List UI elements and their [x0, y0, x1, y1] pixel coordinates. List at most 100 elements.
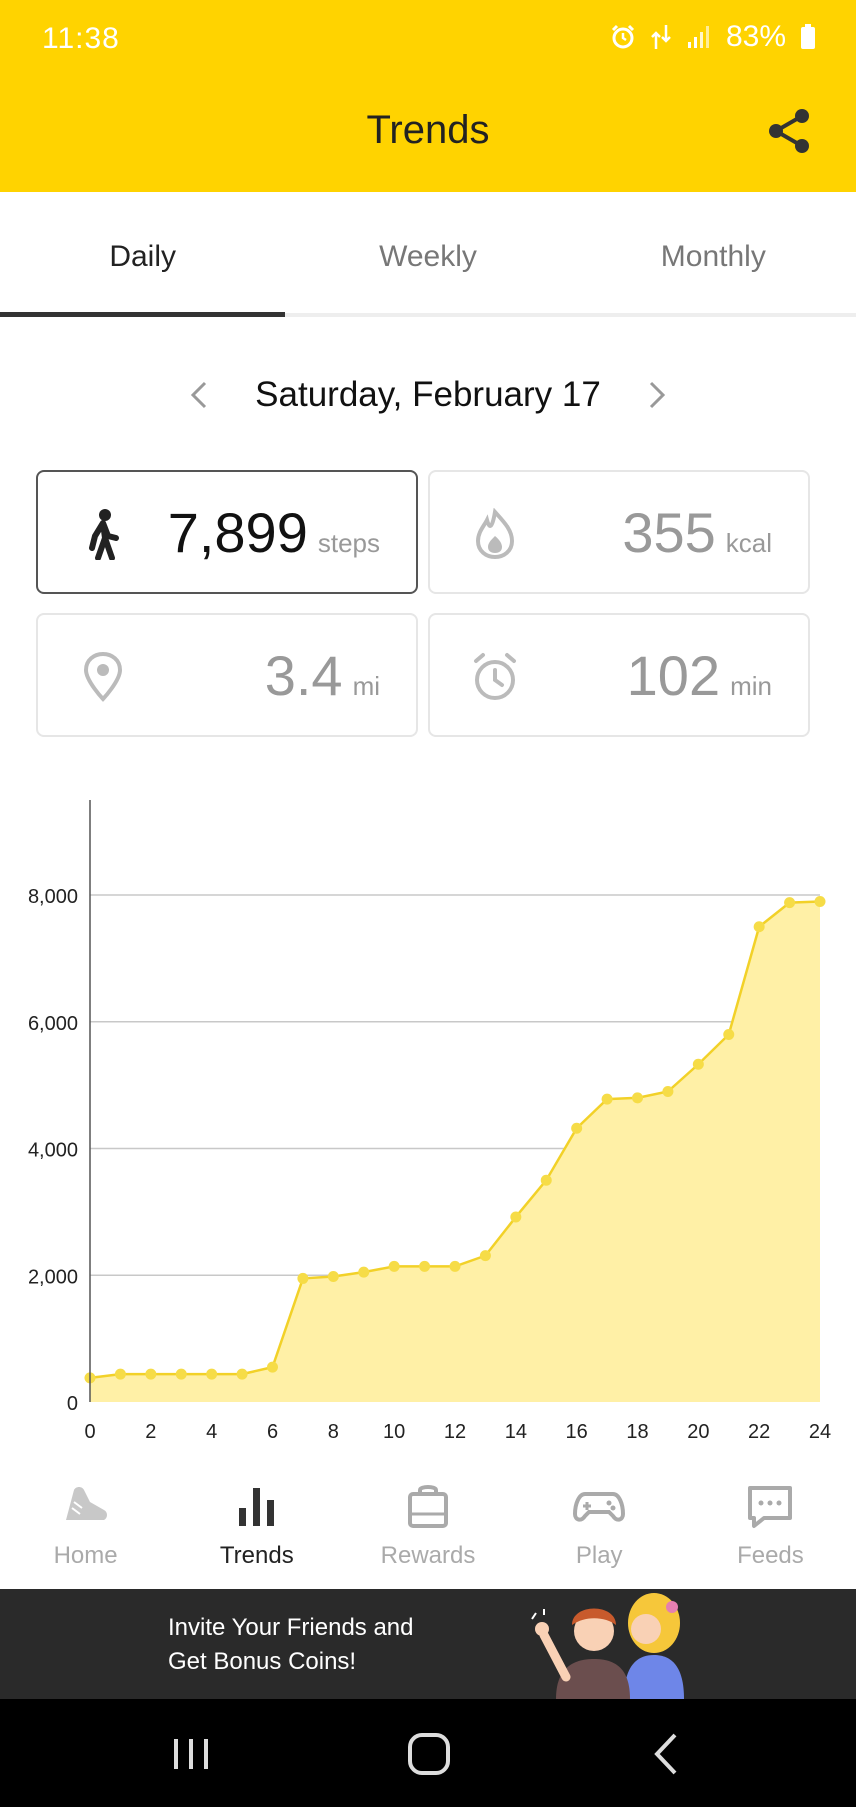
data-point [510, 1211, 522, 1223]
steps-card[interactable]: 7,899 steps [36, 470, 418, 594]
calories-value: 355 [622, 501, 716, 564]
friends-illustration [531, 1593, 684, 1699]
data-point [175, 1368, 187, 1380]
y-tick-labels: 0 2,000 4,000 6,000 8,000 [28, 886, 78, 1415]
steps-value: 7,899 [167, 501, 308, 564]
invite-banner-line2: Get Bonus Coins! [168, 1648, 357, 1675]
x-tick-label: 10 [383, 1421, 405, 1443]
data-point [206, 1368, 218, 1380]
nav-trends-label: Trends [219, 1542, 294, 1569]
y-tick-label: 8,000 [28, 886, 78, 908]
x-tick-label: 12 [444, 1421, 466, 1443]
active-time-value: 102 [626, 644, 721, 707]
active-time-card[interactable]: 102 min [428, 613, 810, 737]
nav-feeds-label: Feeds [737, 1542, 804, 1569]
nav-trends[interactable]: Trends [171, 1468, 342, 1588]
data-transfer-icon [651, 25, 671, 49]
data-point [114, 1368, 126, 1380]
x-tick-label: 18 [626, 1421, 648, 1443]
x-tick-label: 16 [566, 1421, 588, 1443]
status-icons: 83% [610, 20, 816, 54]
nav-play[interactable]: Play [514, 1468, 685, 1588]
tab-daily[interactable]: Daily [0, 192, 286, 317]
battery-percent: 83% [725, 20, 786, 53]
distance-value: 3.4 [264, 644, 343, 707]
x-tick-label: 24 [809, 1421, 831, 1443]
steps-unit: steps [317, 528, 380, 558]
data-point [662, 1085, 674, 1097]
x-tick-label: 22 [748, 1421, 770, 1443]
steps-area-fill [90, 901, 820, 1402]
distance-card[interactable]: 3.4 mi [36, 613, 418, 737]
chat-bubble-icon [748, 1486, 793, 1528]
chevron-left-icon[interactable] [183, 377, 219, 413]
x-tick-label: 6 [267, 1421, 278, 1443]
active-time-value-group: 102 min [627, 643, 772, 708]
data-point [601, 1093, 613, 1105]
calories-value-group: 355 kcal [622, 500, 772, 565]
data-point [297, 1272, 309, 1284]
x-tick-label: 2 [145, 1421, 156, 1443]
bar-chart-icon [238, 1488, 274, 1526]
tab-monthly[interactable]: Monthly [571, 192, 856, 313]
x-tick-label: 20 [687, 1421, 709, 1443]
data-point [327, 1271, 339, 1283]
app-root: 11:38 83% Trends Daily Weekly Monthly Sa… [0, 0, 856, 1807]
data-point [571, 1122, 583, 1134]
nav-rewards[interactable]: Rewards [342, 1468, 513, 1588]
status-time: 11:38 [42, 22, 120, 55]
x-tick-label: 8 [328, 1421, 339, 1443]
page-title: Trends [366, 108, 490, 152]
flame-icon [475, 508, 515, 560]
home-icon[interactable] [404, 1729, 454, 1779]
data-point [479, 1250, 491, 1262]
period-tabs: Daily Weekly Monthly [0, 192, 856, 317]
nav-home-label: Home [53, 1542, 118, 1569]
back-icon[interactable] [643, 1729, 693, 1779]
steps-value-group: 7,899 steps [168, 500, 380, 565]
data-point [388, 1260, 400, 1272]
data-point [145, 1368, 157, 1380]
nav-feeds[interactable]: Feeds [685, 1468, 856, 1588]
data-point [784, 897, 796, 909]
y-tick-label: 4,000 [28, 1140, 78, 1162]
x-tick-label: 0 [84, 1421, 95, 1443]
recent-apps-icon[interactable] [166, 1729, 216, 1779]
chevron-right-icon[interactable] [637, 377, 673, 413]
invite-banner-line1: Invite Your Friends and [168, 1614, 414, 1641]
data-point [540, 1174, 552, 1186]
tab-weekly[interactable]: Weekly [285, 192, 570, 313]
data-point [814, 895, 826, 907]
y-tick-label: 6,000 [28, 1013, 78, 1035]
system-navigation-bar [0, 1699, 856, 1807]
nav-play-label: Play [575, 1542, 623, 1569]
location-pin-icon [83, 651, 123, 702]
calories-card[interactable]: 355 kcal [428, 470, 810, 594]
date-navigator: Saturday, February 17 [0, 370, 856, 420]
top-bar: 11:38 83% Trends [0, 0, 856, 192]
y-tick-label: 0 [67, 1393, 78, 1415]
share-icon[interactable] [764, 106, 814, 156]
data-point [723, 1028, 735, 1040]
x-tick-labels: 0 2 4 6 8 10 12 14 16 18 20 22 24 [84, 1421, 831, 1443]
steps-chart: 0 2,000 4,000 6,000 8,000 0 2 4 6 8 10 12 14 16 18 20 2… [28, 800, 831, 1443]
gamepad-icon [573, 1492, 626, 1522]
distance-unit: mi [352, 671, 380, 701]
alarm-icon [611, 24, 635, 49]
walking-icon [89, 509, 119, 560]
invite-banner[interactable]: Invite Your Friends and Get Bonus Coins! [0, 1589, 856, 1699]
data-point [753, 921, 765, 933]
shopping-bag-icon [408, 1485, 448, 1528]
alarm-clock-icon [474, 653, 516, 700]
data-point [632, 1092, 643, 1104]
data-point [419, 1260, 431, 1272]
data-point [449, 1260, 461, 1272]
y-tick-label: 2,000 [28, 1266, 78, 1288]
shoe-icon [65, 1487, 107, 1520]
current-date: Saturday, February 17 [255, 375, 601, 414]
distance-value-group: 3.4 mi [265, 643, 380, 708]
signal-icon [687, 26, 709, 48]
calories-unit: kcal [725, 528, 772, 558]
nav-home[interactable]: Home [0, 1468, 171, 1588]
x-tick-label: 14 [505, 1421, 527, 1443]
